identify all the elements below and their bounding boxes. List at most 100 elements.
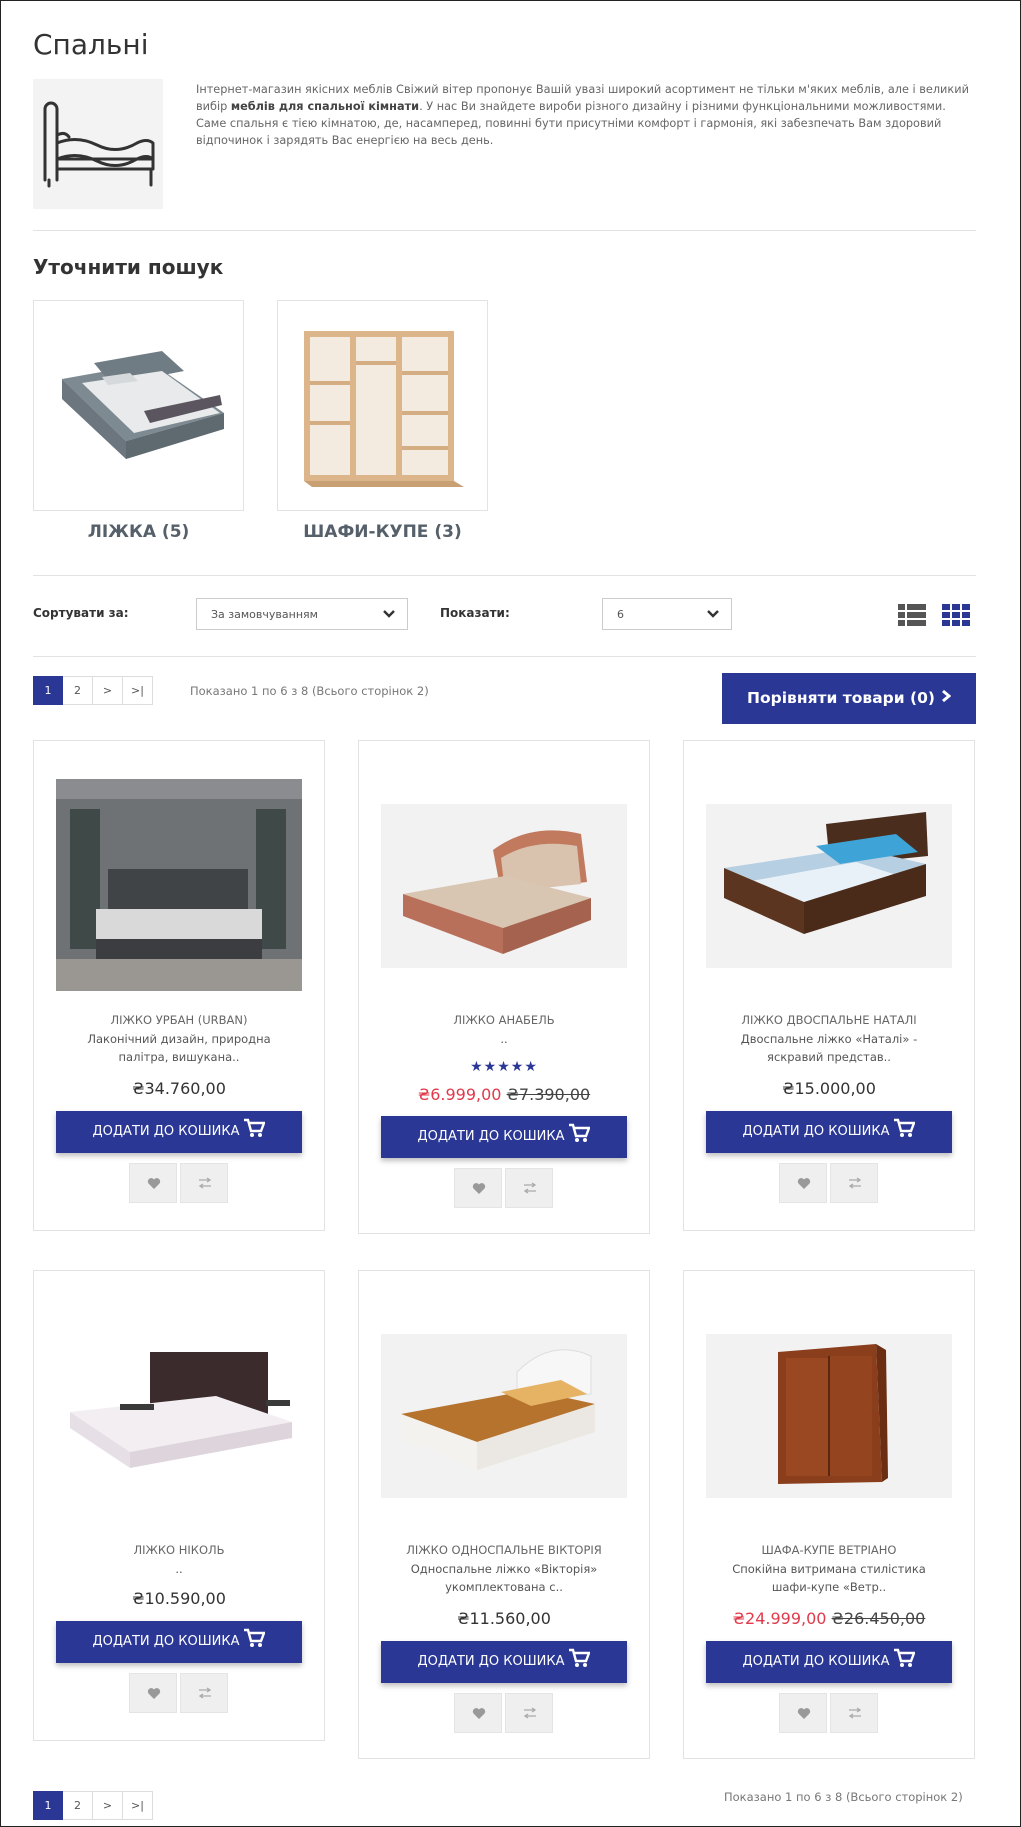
sort-label: Сортувати за: (33, 606, 129, 620)
wishlist-button[interactable] (129, 1163, 177, 1203)
product-desc: Спокійна витримана стилістика шафи-купе … (732, 1562, 926, 1594)
limit-select[interactable]: 6 (602, 598, 732, 630)
cart-icon (569, 1648, 592, 1667)
compare-product-button[interactable] (830, 1163, 878, 1203)
cart-icon (244, 1118, 267, 1137)
page-last[interactable]: >| (123, 676, 153, 705)
wishlist-button[interactable] (779, 1693, 827, 1733)
category-description: Інтернет-магазин якісних меблів Свіжий в… (196, 81, 976, 149)
add-to-cart-label: ДОДАТИ ДО КОШИКА (92, 1634, 240, 1649)
category-image (33, 79, 163, 209)
compare-icon (848, 1177, 862, 1189)
product-name[interactable]: ЛІЖКО ОДНОСПАЛЬНЕ ВІКТОРІЯ (359, 1543, 649, 1557)
product-price: ₴10.590,00 (132, 1589, 226, 1608)
product-image[interactable] (381, 804, 627, 968)
product-name[interactable]: ЛІЖКО УРБАН (URBAN) (34, 1013, 324, 1027)
compare-product-button[interactable] (180, 1673, 228, 1713)
add-to-cart-label: ДОДАТИ ДО КОШИКА (417, 1129, 565, 1144)
page-next[interactable]: > (93, 676, 123, 705)
grid-view-button[interactable] (942, 603, 970, 627)
refine-item-wardrobes[interactable]: ШАФИ-КУПЕ (3) (277, 522, 488, 542)
add-to-cart-button[interactable]: ДОДАТИ ДО КОШИКА (706, 1111, 952, 1153)
compare-icon (523, 1182, 537, 1194)
product-image[interactable] (56, 1334, 302, 1498)
product-desc: Односпальне ліжко «Вікторія» укомплектов… (410, 1562, 598, 1594)
price-new: ₴24.999,00 (732, 1609, 827, 1628)
cart-icon (894, 1118, 917, 1137)
compare-icon (523, 1707, 537, 1719)
wishlist-button[interactable] (454, 1168, 502, 1208)
heart-icon (147, 1178, 161, 1189)
product-card: ЛІЖКО НІКОЛЬ .. ₴10.590,00 ДОДАТИ ДО КОШ… (33, 1270, 325, 1741)
price-old: ₴26.450,00 (831, 1609, 926, 1628)
desc-bold-link[interactable]: меблів для спальної кімнати (231, 100, 419, 113)
sort-select[interactable]: За замовчуванням (196, 598, 408, 630)
refine-item-wardrobes-image[interactable] (277, 300, 488, 511)
product-price: ₴11.560,00 (457, 1609, 551, 1628)
divider (33, 656, 976, 657)
desc-text: . У нас Ви знайдете вироби різного дизай… (419, 100, 946, 113)
add-to-cart-label: ДОДАТИ ДО КОШИКА (417, 1654, 565, 1669)
wishlist-button[interactable] (779, 1163, 827, 1203)
add-to-cart-button[interactable]: ДОДАТИ ДО КОШИКА (706, 1641, 952, 1683)
chevron-right-icon (941, 673, 952, 724)
refine-item-beds[interactable]: ЛІЖКА (5) (33, 522, 244, 542)
compare-button[interactable]: Порівняти товари (0) (722, 673, 976, 724)
bed-outline-icon (43, 101, 155, 188)
list-view-button[interactable] (898, 603, 926, 627)
compare-icon (198, 1177, 212, 1189)
product-name[interactable]: ЛІЖКО ДВОСПАЛЬНЕ НАТАЛІ (684, 1013, 974, 1027)
desc-text-2: Саме спальня є тією кімнатою, де, насамп… (196, 117, 942, 147)
product-image[interactable] (706, 804, 952, 968)
heart-icon (147, 1688, 161, 1699)
product-price: ₴34.760,00 (132, 1079, 226, 1098)
results-text: Показано 1 по 6 з 8 (Всього сторінок 2) (724, 1790, 963, 1804)
product-name[interactable]: ШАФА-КУПЕ ВЕТРІАНО (684, 1543, 974, 1557)
product-image[interactable] (706, 1334, 952, 1498)
product-name[interactable]: ЛІЖКО АНАБЕЛЬ (359, 1013, 649, 1027)
compare-product-button[interactable] (505, 1693, 553, 1733)
product-desc: Двоспальне ліжко «Наталі» - яскравий пре… (740, 1032, 918, 1064)
product-desc: .. (500, 1032, 508, 1046)
add-to-cart-button[interactable]: ДОДАТИ ДО КОШИКА (381, 1641, 627, 1683)
heart-icon (797, 1708, 811, 1719)
heart-icon (472, 1708, 486, 1719)
product-card: ЛІЖКО УРБАН (URBAN) Лаконічний дизайн, п… (33, 740, 325, 1231)
compare-product-button[interactable] (830, 1693, 878, 1733)
compare-icon (848, 1707, 862, 1719)
add-to-cart-button[interactable]: ДОДАТИ ДО КОШИКА (56, 1621, 302, 1663)
page-link-1[interactable]: 1 (33, 676, 63, 705)
page-link-2[interactable]: 2 (63, 676, 93, 705)
wishlist-button[interactable] (454, 1693, 502, 1733)
heart-icon (797, 1178, 811, 1189)
product-desc: Лаконічний дизайн, природна палітра, виш… (87, 1032, 271, 1064)
compare-product-button[interactable] (180, 1163, 228, 1203)
pagination-bottom: 1 2 > >| (33, 1791, 153, 1820)
product-image[interactable] (56, 779, 302, 991)
page-next[interactable]: > (93, 1791, 123, 1820)
refine-item-beds-image[interactable] (33, 300, 244, 511)
product-card: ЛІЖКО ДВОСПАЛЬНЕ НАТАЛІ Двоспальне ліжко… (683, 740, 975, 1231)
add-to-cart-button[interactable]: ДОДАТИ ДО КОШИКА (381, 1116, 627, 1158)
compare-product-button[interactable] (505, 1168, 553, 1208)
pagination-top: 1 2 > >| (33, 676, 153, 705)
chevron-down-icon (707, 610, 719, 618)
cart-icon (244, 1628, 267, 1647)
wishlist-button[interactable] (129, 1673, 177, 1713)
compare-label: Порівняти товари (0) (747, 689, 935, 707)
add-to-cart-label: ДОДАТИ ДО КОШИКА (92, 1124, 240, 1139)
add-to-cart-label: ДОДАТИ ДО КОШИКА (742, 1124, 890, 1139)
list-view-icon (898, 604, 926, 626)
product-card: ЛІЖКО АНАБЕЛЬ .. ★★★★★ ₴6.999,00 ₴7.390,… (358, 740, 650, 1234)
add-to-cart-button[interactable]: ДОДАТИ ДО КОШИКА (56, 1111, 302, 1153)
product-image[interactable] (381, 1334, 627, 1498)
compare-icon (198, 1687, 212, 1699)
page-link-2[interactable]: 2 (63, 1791, 93, 1820)
price-new: ₴6.999,00 (417, 1085, 502, 1104)
product-price: ₴15.000,00 (782, 1079, 876, 1098)
product-name[interactable]: ЛІЖКО НІКОЛЬ (34, 1543, 324, 1557)
chevron-down-icon (383, 610, 395, 618)
page-link-1[interactable]: 1 (33, 1791, 63, 1820)
page-last[interactable]: >| (123, 1791, 153, 1820)
cart-icon (894, 1648, 917, 1667)
